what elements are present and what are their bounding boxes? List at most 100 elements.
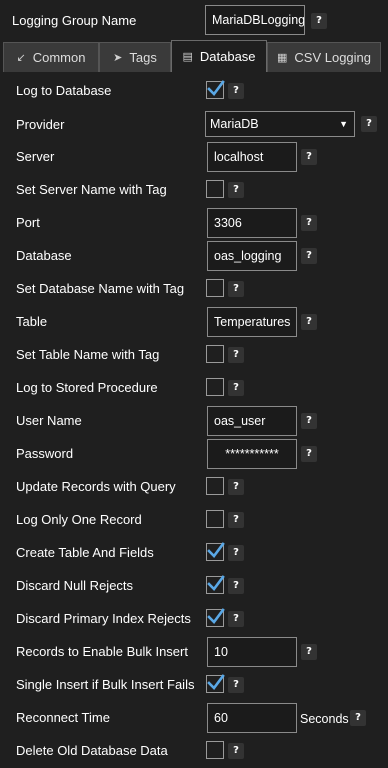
help-icon[interactable]: ? <box>301 413 317 429</box>
help-icon[interactable]: ? <box>228 611 244 627</box>
reconnect-time-unit: Seconds <box>300 712 349 726</box>
dropdown-caret-icon: ▼ <box>339 119 348 129</box>
help-icon[interactable]: ? <box>301 248 317 264</box>
csv-file-icon: ▦ <box>276 52 288 64</box>
help-icon[interactable]: ? <box>228 512 244 528</box>
user-name-input[interactable]: oas_user <box>207 406 297 436</box>
discard-primary-index-rejects-checkbox[interactable] <box>206 608 225 627</box>
database-icon: ▤ <box>182 51 193 63</box>
tab-csv-logging[interactable]: ▦ CSV Logging <box>267 42 381 72</box>
create-table-and-fields-row: Create Table And Fields ? <box>0 536 388 569</box>
password-label: Password <box>16 446 74 461</box>
password-row: Password *********** ? <box>0 437 388 470</box>
checkmark-icon <box>207 575 225 591</box>
help-icon[interactable]: ? <box>301 644 317 660</box>
update-records-with-query-checkbox[interactable] <box>206 477 224 495</box>
tab-common[interactable]: ↙ Common <box>3 42 99 72</box>
help-icon[interactable]: ? <box>228 545 244 561</box>
help-icon[interactable]: ? <box>228 578 244 594</box>
update-records-with-query-label: Update Records with Query <box>16 479 176 494</box>
tab-label: Tags <box>129 50 157 65</box>
log-only-one-record-row: Log Only One Record ? <box>0 503 388 536</box>
records-to-enable-bulk-insert-label: Records to Enable Bulk Insert <box>16 644 188 659</box>
help-icon[interactable]: ? <box>228 479 244 495</box>
user-name-label: User Name <box>16 413 82 428</box>
table-label: Table <box>16 314 48 329</box>
set-server-name-with-tag-row: Set Server Name with Tag ? <box>0 173 388 206</box>
set-server-name-with-tag-checkbox[interactable] <box>206 180 224 198</box>
discard-null-rejects-row: Discard Null Rejects ? <box>0 569 388 602</box>
database-input[interactable]: oas_logging <box>207 241 297 271</box>
password-input[interactable]: *********** <box>207 439 297 469</box>
log-to-stored-procedure-row: Log to Stored Procedure ? <box>0 371 388 404</box>
create-table-and-fields-checkbox[interactable] <box>206 542 225 561</box>
logging-group-header: Logging Group Name MariaDBLogging ? <box>0 0 388 40</box>
log-only-one-record-checkbox[interactable] <box>206 510 224 528</box>
checkmark-icon <box>207 80 225 96</box>
set-database-name-with-tag-row: Set Database Name with Tag ? <box>0 272 388 305</box>
checkmark-icon <box>207 674 225 690</box>
single-insert-if-bulk-insert-fails-checkbox[interactable] <box>206 674 225 693</box>
help-icon[interactable]: ? <box>228 743 244 759</box>
discard-primary-index-rejects-label: Discard Primary Index Rejects <box>16 611 191 626</box>
checkmark-icon <box>207 542 225 558</box>
tag-icon: ➤ <box>113 52 123 64</box>
help-icon[interactable]: ? <box>301 446 317 462</box>
help-icon[interactable]: ? <box>311 13 327 29</box>
reconnect-time-row: Reconnect Time 60 Seconds ? <box>0 701 388 734</box>
tab-database[interactable]: ▤ Database <box>171 40 267 72</box>
provider-select[interactable]: MariaDB ▼ <box>205 111 355 137</box>
port-label: Port <box>16 215 40 230</box>
log-to-database-label: Log to Database <box>16 83 112 98</box>
help-icon[interactable]: ? <box>228 281 244 297</box>
server-row: Server localhost ? <box>0 140 388 173</box>
tab-label: Database <box>199 49 256 64</box>
records-to-enable-bulk-insert-input[interactable]: 10 <box>207 637 297 667</box>
tab-tags[interactable]: ➤ Tags <box>99 42 171 72</box>
port-input[interactable]: 3306 <box>207 208 297 238</box>
discard-null-rejects-checkbox[interactable] <box>206 575 225 594</box>
tab-bar: ↙ Common ➤ Tags ▤ Database ▦ CSV Logging <box>0 40 388 72</box>
help-icon[interactable]: ? <box>228 83 244 99</box>
set-database-name-with-tag-checkbox[interactable] <box>206 279 224 297</box>
records-to-enable-bulk-insert-row: Records to Enable Bulk Insert 10 ? <box>0 635 388 668</box>
delete-old-database-data-checkbox[interactable] <box>206 741 224 759</box>
database-label: Database <box>16 248 72 263</box>
logging-group-name-field[interactable]: MariaDBLogging <box>205 5 305 35</box>
help-icon[interactable]: ? <box>301 215 317 231</box>
logging-group-name-label: Logging Group Name <box>12 13 137 28</box>
help-icon[interactable]: ? <box>228 677 244 693</box>
table-input[interactable]: Temperatures <box>207 307 297 337</box>
database-row: Database oas_logging ? <box>0 239 388 272</box>
help-icon[interactable]: ? <box>301 149 317 165</box>
reconnect-time-input[interactable]: 60 <box>207 703 297 733</box>
help-icon[interactable]: ? <box>361 116 377 132</box>
server-input[interactable]: localhost <box>207 142 297 172</box>
log-to-stored-procedure-label: Log to Stored Procedure <box>16 380 158 395</box>
help-icon[interactable]: ? <box>301 314 317 330</box>
table-row: Table Temperatures ? <box>0 305 388 338</box>
log-to-database-checkbox[interactable] <box>206 80 225 99</box>
checkmark-icon <box>207 608 225 624</box>
help-icon[interactable]: ? <box>228 347 244 363</box>
set-table-name-with-tag-label: Set Table Name with Tag <box>16 347 160 362</box>
arrow-icon: ↙ <box>16 52 26 64</box>
single-insert-if-bulk-insert-fails-label: Single Insert if Bulk Insert Fails <box>16 677 195 692</box>
delete-old-database-data-label: Delete Old Database Data <box>16 743 168 758</box>
port-row: Port 3306 ? <box>0 206 388 239</box>
provider-row: Provider MariaDB ▼ ? <box>0 107 388 141</box>
update-records-with-query-row: Update Records with Query ? <box>0 470 388 503</box>
log-to-stored-procedure-checkbox[interactable] <box>206 378 224 396</box>
create-table-and-fields-label: Create Table And Fields <box>16 545 154 560</box>
server-label: Server <box>16 149 55 164</box>
help-icon[interactable]: ? <box>228 182 244 198</box>
reconnect-time-label: Reconnect Time <box>16 710 110 725</box>
provider-label: Provider <box>16 117 65 132</box>
tab-label: CSV Logging <box>294 50 372 65</box>
provider-value: MariaDB <box>210 117 259 131</box>
log-only-one-record-label: Log Only One Record <box>16 512 142 527</box>
set-table-name-with-tag-checkbox[interactable] <box>206 345 224 363</box>
single-insert-if-bulk-insert-fails-row: Single Insert if Bulk Insert Fails ? <box>0 668 388 701</box>
help-icon[interactable]: ? <box>350 710 366 726</box>
help-icon[interactable]: ? <box>228 380 244 396</box>
